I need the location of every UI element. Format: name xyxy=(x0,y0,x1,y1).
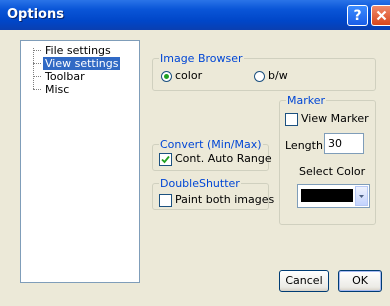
help-icon: ? xyxy=(353,7,362,24)
color-select[interactable] xyxy=(297,184,370,208)
select-color-label: Select Color xyxy=(299,165,366,178)
color-radio[interactable] xyxy=(161,71,172,82)
image-browser-group: Image Browser color b/w xyxy=(152,52,376,91)
ok-button[interactable]: OK xyxy=(338,270,382,292)
tree-item-view-settings[interactable]: View settings xyxy=(33,57,121,70)
help-button[interactable]: ? xyxy=(347,5,368,26)
convert-label: Convert (Min/Max) xyxy=(159,138,263,151)
double-shutter-group: DoubleShutter Paint both images xyxy=(152,177,274,210)
bw-radio[interactable] xyxy=(254,71,265,82)
color-radio-label[interactable]: color xyxy=(175,69,202,82)
marker-group: Marker View Marker Length 30 Select Colo… xyxy=(279,94,376,225)
view-marker-checkbox[interactable] xyxy=(285,113,298,126)
cancel-button[interactable]: Cancel xyxy=(279,270,329,292)
color-dropdown-button[interactable] xyxy=(355,186,368,206)
double-shutter-label: DoubleShutter xyxy=(159,177,241,190)
radio-selected-dot xyxy=(164,74,169,79)
tree-item-label: Misc xyxy=(45,83,70,96)
length-value: 30 xyxy=(328,137,342,150)
checkmark-icon xyxy=(161,155,170,164)
title-bar[interactable]: Options ? xyxy=(0,0,390,30)
length-label: Length xyxy=(285,139,323,152)
image-browser-label: Image Browser xyxy=(159,52,244,65)
chevron-down-icon xyxy=(359,195,364,198)
paint-both-checkbox[interactable] xyxy=(159,194,172,207)
tree-item-label: View settings xyxy=(43,57,121,70)
window-title: Options xyxy=(7,7,64,22)
tree-item-file-settings[interactable]: File settings xyxy=(33,44,113,57)
settings-tree[interactable]: File settings View settings Toolbar Misc xyxy=(20,40,140,283)
tree-item-label: File settings xyxy=(45,44,111,57)
tree-item-misc[interactable]: Misc xyxy=(33,83,71,96)
cont-auto-range-checkbox[interactable] xyxy=(159,153,172,166)
bw-radio-label[interactable]: b/w xyxy=(268,69,288,82)
close-button[interactable] xyxy=(371,5,390,26)
paint-both-label[interactable]: Paint both images xyxy=(175,193,274,206)
tree-item-label: Toolbar xyxy=(45,70,85,83)
tree-item-toolbar[interactable]: Toolbar xyxy=(33,70,87,83)
view-marker-label[interactable]: View Marker xyxy=(301,112,369,125)
close-icon xyxy=(376,10,386,21)
color-swatch xyxy=(301,189,353,202)
convert-group: Convert (Min/Max) Cont. Auto Range xyxy=(152,138,272,171)
length-input[interactable]: 30 xyxy=(324,133,364,154)
cont-auto-range-label[interactable]: Cont. Auto Range xyxy=(175,152,272,165)
marker-label: Marker xyxy=(286,94,327,107)
